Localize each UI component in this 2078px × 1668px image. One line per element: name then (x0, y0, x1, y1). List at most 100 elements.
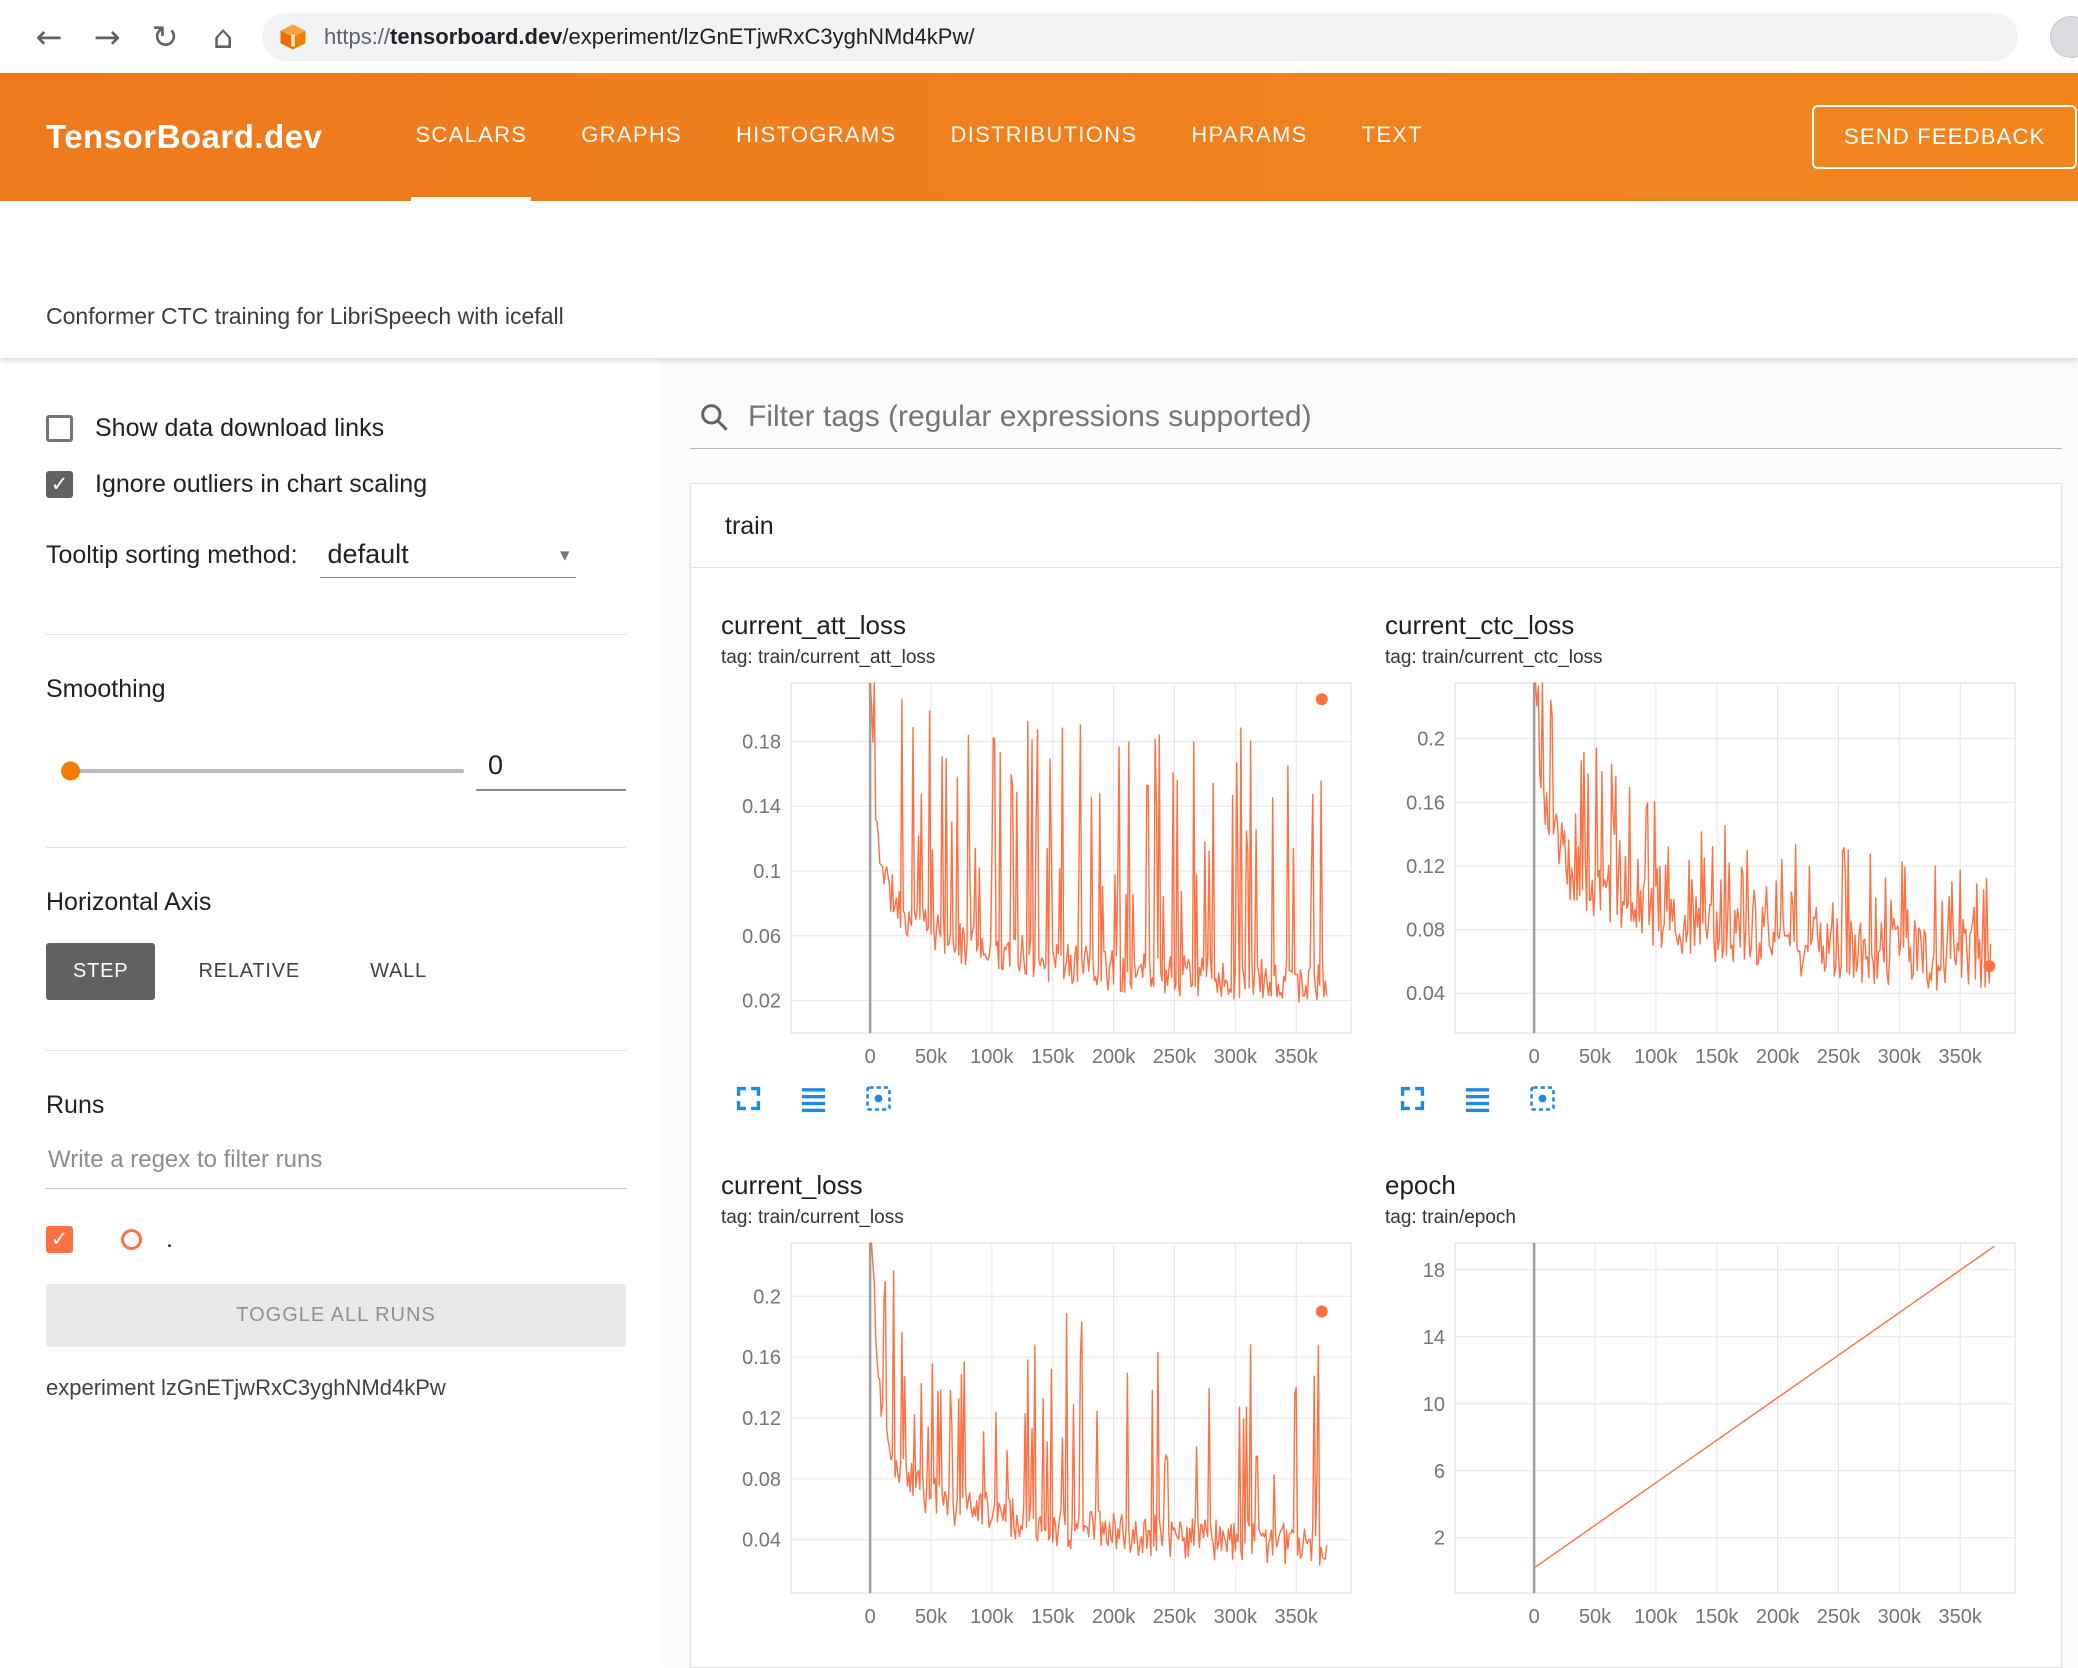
svg-text:50k: 50k (915, 1606, 948, 1628)
svg-text:100k: 100k (1634, 1046, 1678, 1068)
svg-text:100k: 100k (1634, 1606, 1678, 1628)
svg-text:50k: 50k (1579, 1606, 1612, 1628)
ignore-outliers-checkbox[interactable] (46, 471, 73, 498)
axis-wall-button[interactable]: WALL (343, 943, 454, 1000)
svg-text:14: 14 (1423, 1327, 1445, 1349)
run-checkbox[interactable] (46, 1226, 73, 1253)
svg-text:150k: 150k (1695, 1606, 1739, 1628)
svg-text:0.18: 0.18 (742, 731, 781, 753)
svg-text:200k: 200k (1756, 1046, 1800, 1068)
settings-sidebar: Show data download links Ignore outliers… (0, 358, 660, 1666)
runs-filter-input[interactable] (46, 1146, 626, 1189)
tab-text[interactable]: TEXT (1358, 73, 1427, 201)
tag-group-title[interactable]: train (691, 484, 2061, 568)
svg-text:350k: 350k (1275, 1046, 1319, 1068)
svg-text:0.12: 0.12 (742, 1408, 781, 1430)
forward-icon[interactable]: → (78, 18, 136, 56)
svg-text:0.08: 0.08 (1406, 920, 1445, 942)
back-icon[interactable]: ← (20, 18, 78, 56)
ignore-outliers-row[interactable]: Ignore outliers in chart scaling (46, 470, 626, 499)
svg-text:250k: 250k (1817, 1046, 1861, 1068)
svg-text:300k: 300k (1878, 1606, 1922, 1628)
home-icon[interactable]: ⌂ (194, 18, 252, 56)
svg-text:100k: 100k (970, 1606, 1014, 1628)
tensorboard-logo: TensorBoard.dev (46, 118, 323, 155)
tab-graphs[interactable]: GRAPHS (577, 73, 686, 201)
data-rows-icon[interactable] (1462, 1083, 1493, 1114)
toggle-all-runs-button[interactable]: TOGGLE ALL RUNS (46, 1284, 626, 1347)
experiment-title-bar: Conformer CTC training for LibriSpeech w… (0, 201, 2078, 358)
smoothing-slider-thumb[interactable] (61, 761, 80, 780)
axis-relative-button[interactable]: RELATIVE (171, 943, 327, 1000)
svg-text:350k: 350k (1939, 1046, 1983, 1068)
chart-tag: tag: train/current_ctc_loss (1385, 647, 1603, 668)
filter-tags-input[interactable] (748, 400, 2062, 434)
tensorboard-favicon-icon (280, 24, 306, 49)
chart-title: current_loss (721, 1170, 863, 1200)
svg-text:0: 0 (865, 1606, 876, 1628)
smoothing-slider[interactable] (61, 761, 464, 780)
svg-text:0.2: 0.2 (753, 1286, 781, 1308)
tooltip-sorting-value: default (327, 539, 409, 569)
show-download-links-checkbox[interactable] (46, 415, 73, 442)
svg-text:250k: 250k (1153, 1046, 1197, 1068)
search-icon (701, 404, 728, 431)
axis-step-button[interactable]: STEP (46, 943, 156, 1000)
chart-title: current_att_loss (721, 610, 906, 640)
sidebar-divider (46, 634, 626, 635)
sidebar-divider (46, 1050, 626, 1051)
chart-current-att-loss: current_att_loss tag: train/current_att_… (721, 610, 1371, 1114)
expand-icon[interactable] (1397, 1083, 1428, 1114)
browser-toolbar: ← → ↻ ⌂ https://tensorboard.dev/experime… (0, 0, 2078, 73)
chart-current-loss-plot[interactable]: 0.2 0.16 0.12 0.08 0.04 0 50k 100k 150k 200k 250k 3… (721, 1239, 1371, 1637)
tooltip-sorting-select[interactable]: default ▾ (319, 539, 576, 578)
svg-text:200k: 200k (1092, 1046, 1136, 1068)
horizontal-axis-label: Horizontal Axis (46, 888, 212, 916)
train-card: train current_att_loss tag: train/curren… (690, 483, 2062, 1668)
data-rows-icon[interactable] (798, 1083, 829, 1114)
svg-text:6: 6 (1434, 1461, 1445, 1483)
show-download-links-row[interactable]: Show data download links (46, 414, 626, 443)
svg-text:0.14: 0.14 (742, 796, 781, 818)
expand-icon[interactable] (733, 1083, 764, 1114)
url-text: https://tensorboard.dev/experiment/lzGnE… (324, 23, 975, 49)
chart-epoch: epoch tag: train/epoch 18 14 10 6 2 0 50k 100k 1… (1385, 1170, 2035, 1637)
chart-current-ctc-loss: current_ctc_loss tag: train/current_ctc_… (1385, 610, 2035, 1114)
send-feedback-button[interactable]: SEND FEEDBACK (1812, 105, 2078, 169)
chart-toolbar (733, 1083, 1371, 1114)
svg-text:0.2: 0.2 (1417, 729, 1445, 751)
chart-tag: tag: train/epoch (1385, 1207, 1516, 1228)
smoothing-value-field[interactable]: 0 (476, 750, 626, 791)
runs-label: Runs (46, 1091, 105, 1119)
chevron-down-icon: ▾ (559, 543, 570, 566)
chart-current-ctc-loss-plot[interactable]: 0.2 0.16 0.12 0.08 0.04 0 50k 100k 150k 200k 250k 3… (1385, 679, 2035, 1077)
tab-scalars[interactable]: SCALARS (411, 73, 532, 201)
chart-epoch-plot[interactable]: 18 14 10 6 2 0 50k 100k 150k 200k 250k 300k 350k (1385, 1239, 2035, 1637)
svg-text:50k: 50k (1579, 1046, 1612, 1068)
fit-domain-icon[interactable] (863, 1083, 894, 1114)
svg-text:2: 2 (1434, 1528, 1445, 1550)
chart-toolbar (1397, 1083, 2035, 1114)
svg-text:50k: 50k (915, 1046, 948, 1068)
svg-text:350k: 350k (1939, 1606, 1983, 1628)
ignore-outliers-label: Ignore outliers in chart scaling (95, 470, 428, 498)
svg-text:0.04: 0.04 (1406, 983, 1445, 1005)
address-bar[interactable]: https://tensorboard.dev/experiment/lzGnE… (262, 12, 2018, 61)
svg-text:250k: 250k (1153, 1606, 1197, 1628)
chart-current-loss: current_loss tag: train/current_loss 0.2… (721, 1170, 1371, 1637)
tab-hparams[interactable]: HPARAMS (1187, 73, 1311, 201)
main-nav: SCALARS GRAPHS HISTOGRAMS DISTRIBUTIONS … (388, 73, 1450, 201)
tab-distributions[interactable]: DISTRIBUTIONS (947, 73, 1142, 201)
run-list-item[interactable]: . (46, 1225, 626, 1254)
experiment-id-caption: experiment lzGnETjwRxC3yghNMd4kPw (46, 1375, 446, 1400)
smoothing-label: Smoothing (46, 675, 166, 703)
svg-text:0.04: 0.04 (742, 1530, 781, 1552)
chart-current-att-loss-plot[interactable]: 0.18 0.14 0.1 0.06 0.02 0 50k 100k 150k 200k 250k 3… (721, 679, 1371, 1077)
chart-title: epoch (1385, 1170, 1456, 1200)
fit-domain-icon[interactable] (1527, 1083, 1558, 1114)
reload-icon[interactable]: ↻ (136, 18, 194, 56)
svg-text:0.02: 0.02 (742, 991, 781, 1013)
tab-histograms[interactable]: HISTOGRAMS (732, 73, 901, 201)
browser-profile-avatar[interactable] (2050, 16, 2078, 58)
chart-tag: tag: train/current_loss (721, 1207, 904, 1228)
